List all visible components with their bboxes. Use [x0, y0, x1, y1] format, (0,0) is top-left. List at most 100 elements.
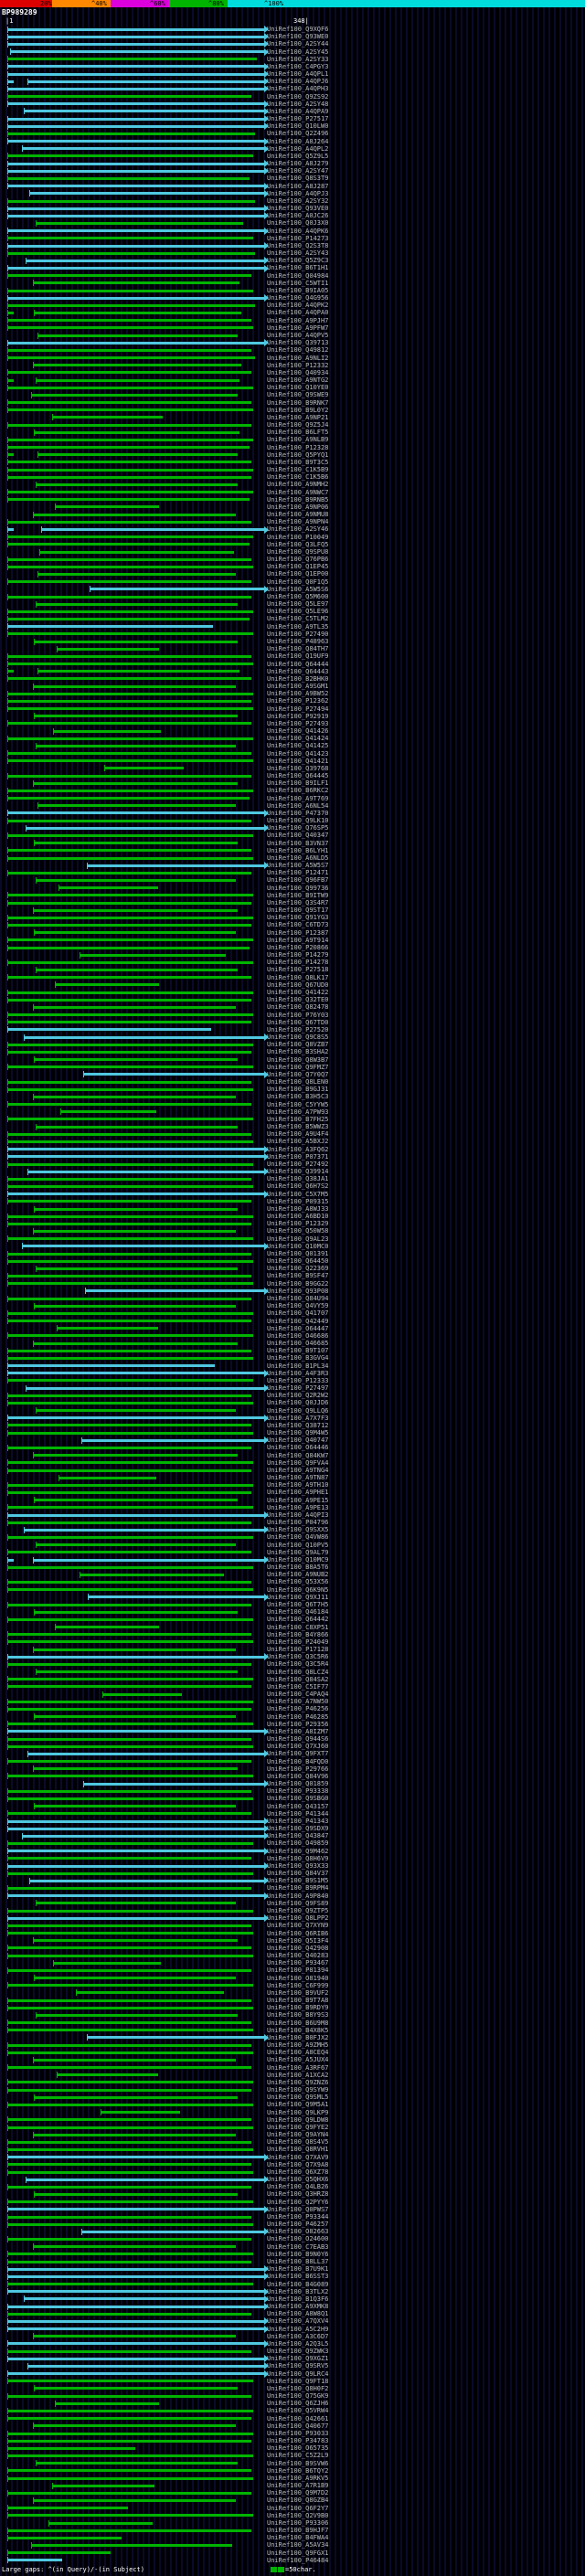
- alignment-bar[interactable]: [55, 1626, 160, 1629]
- alignment-bar[interactable]: [7, 654, 252, 658]
- alignment-bar[interactable]: [60, 1110, 156, 1114]
- hit-label[interactable]: UniRef100_P12329: [267, 1220, 328, 1227]
- alignment-bar[interactable]: [7, 924, 252, 928]
- alignment-bar[interactable]: [7, 1984, 254, 1988]
- hit-label[interactable]: UniRef100_Q64442: [267, 1616, 328, 1623]
- alignment-bar[interactable]: [9, 50, 264, 54]
- alignment-bar[interactable]: [57, 2073, 158, 2077]
- hit-label[interactable]: UniRef100_A9NLI2: [267, 355, 328, 362]
- hit-label[interactable]: UniRef100_A4QPK2: [267, 302, 328, 309]
- alignment-bar[interactable]: [34, 1715, 237, 1719]
- alignment-bar[interactable]: [25, 259, 264, 262]
- hit-label[interactable]: UniRef100_Q84V96: [267, 1773, 328, 1780]
- hit-label[interactable]: UniRef100_A4QPH3: [267, 85, 328, 92]
- alignment-bar[interactable]: [84, 1289, 264, 1293]
- hit-label[interactable]: UniRef100_B9SVW6: [267, 2460, 328, 2467]
- alignment-bar[interactable]: [32, 1558, 264, 1562]
- hit-label[interactable]: UniRef100_Q7X9A8: [267, 2161, 328, 2168]
- alignment-bar[interactable]: [34, 2193, 238, 2197]
- alignment-bar[interactable]: [7, 1148, 264, 1151]
- hit-label[interactable]: UniRef100_B3TLX2: [267, 2288, 328, 2295]
- hit-label[interactable]: UniRef100_B9GG22: [267, 1280, 328, 1288]
- alignment-bar[interactable]: [7, 2238, 252, 2242]
- hit-label[interactable]: UniRef100_Q9M462: [267, 1848, 328, 1855]
- hit-label[interactable]: UniRef100_Q93X33: [267, 1862, 328, 1870]
- hit-label[interactable]: UniRef100_P93306: [267, 2519, 328, 2527]
- alignment-bar[interactable]: [36, 602, 238, 606]
- hit-label[interactable]: UniRef100_A8J264: [267, 138, 328, 145]
- alignment-bar[interactable]: [32, 1341, 239, 1345]
- alignment-bar[interactable]: [28, 1879, 264, 1882]
- alignment-bar[interactable]: [7, 2394, 252, 2398]
- alignment-bar[interactable]: [7, 438, 254, 441]
- alignment-bar[interactable]: [7, 1379, 254, 1383]
- alignment-bar[interactable]: [7, 789, 254, 792]
- hit-label[interactable]: UniRef100_A3RF67: [267, 2064, 328, 2072]
- hit-label[interactable]: UniRef100_B6U9M8: [267, 2019, 328, 2027]
- alignment-bar[interactable]: [7, 2312, 252, 2316]
- hit-label[interactable]: UniRef100_B4FQD0: [267, 1758, 328, 1765]
- alignment-bar[interactable]: [7, 1320, 252, 1323]
- alignment-bar[interactable]: [7, 1775, 254, 1778]
- alignment-bar[interactable]: [7, 1446, 252, 1449]
- alignment-bar[interactable]: [48, 2521, 153, 2525]
- hit-label[interactable]: UniRef100_Q3C5R6: [267, 1653, 328, 1660]
- alignment-bar[interactable]: [32, 1767, 239, 1771]
- alignment-bar[interactable]: [37, 804, 237, 808]
- hit-label[interactable]: UniRef100_Q01859: [267, 1780, 328, 1787]
- hit-label[interactable]: UniRef100_Q19UF9: [267, 652, 328, 660]
- alignment-bar[interactable]: [7, 774, 252, 778]
- alignment-bar[interactable]: [7, 2253, 254, 2256]
- hit-label[interactable]: UniRef100_Q9SXX5: [267, 1526, 328, 1533]
- alignment-bar[interactable]: [7, 946, 250, 949]
- alignment-bar[interactable]: [7, 1633, 252, 1637]
- alignment-bar[interactable]: [7, 251, 256, 255]
- hit-label[interactable]: UniRef100_Q76SP5: [267, 824, 328, 832]
- alignment-bar[interactable]: [24, 1528, 264, 1532]
- hit-label[interactable]: UniRef100_O46685: [267, 1340, 328, 1347]
- hit-label[interactable]: UniRef100_Q0J3X0: [267, 219, 328, 227]
- alignment-bar[interactable]: [7, 408, 254, 412]
- alignment-bar[interactable]: [7, 2140, 252, 2144]
- alignment-bar[interactable]: [7, 1200, 252, 1203]
- alignment-bar[interactable]: [7, 2156, 264, 2159]
- alignment-bar[interactable]: [7, 1043, 254, 1046]
- alignment-bar[interactable]: [7, 214, 264, 217]
- alignment-bar[interactable]: [7, 1640, 254, 1644]
- hit-label[interactable]: UniRef100_B9N0Y6: [267, 2251, 328, 2258]
- hit-label[interactable]: UniRef100_O49859: [267, 1839, 328, 1847]
- alignment-bar[interactable]: [7, 595, 252, 599]
- alignment-bar[interactable]: [53, 729, 162, 733]
- alignment-bar[interactable]: [7, 543, 250, 546]
- hit-label[interactable]: UniRef100_B4G089: [267, 2281, 328, 2288]
- hit-label[interactable]: UniRef100_Q8H6V9: [267, 1855, 328, 1862]
- hit-label[interactable]: UniRef100_Q84SA2: [267, 1676, 328, 1683]
- hit-label[interactable]: UniRef100_Q9XJ11: [267, 1594, 328, 1601]
- hit-label[interactable]: UniRef100_B4X8K5: [267, 2027, 328, 2034]
- hit-label[interactable]: UniRef100_Q10LW0: [267, 122, 328, 130]
- hit-label[interactable]: UniRef100_Q3HRZ8: [267, 2190, 328, 2198]
- alignment-bar[interactable]: [32, 364, 241, 367]
- alignment-bar[interactable]: [7, 2125, 254, 2129]
- alignment-bar[interactable]: [36, 969, 238, 972]
- hit-label[interactable]: UniRef100_P92919: [267, 713, 328, 720]
- hit-label[interactable]: UniRef100_B8LL37: [267, 2258, 328, 2265]
- hit-label[interactable]: UniRef100_Q67TD0: [267, 1019, 328, 1026]
- hit-label[interactable]: UniRef100_Q5Z9C3: [267, 257, 328, 264]
- alignment-bar[interactable]: [7, 1364, 216, 1368]
- alignment-bar[interactable]: [7, 1685, 252, 1689]
- hit-label[interactable]: UniRef100_A4QPK6: [267, 228, 328, 235]
- alignment-bar[interactable]: [7, 154, 254, 158]
- alignment-bar[interactable]: [7, 2514, 254, 2518]
- alignment-bar[interactable]: [79, 1573, 224, 1576]
- hit-label[interactable]: UniRef100_Q5LE97: [267, 600, 328, 608]
- hit-label[interactable]: UniRef100_Q3C5R4: [267, 1660, 328, 1668]
- alignment-bar[interactable]: [7, 319, 252, 323]
- hit-label[interactable]: UniRef100_Q9AL79: [267, 1549, 328, 1556]
- hit-label[interactable]: UniRef100_Q53X56: [267, 1578, 328, 1585]
- hit-label[interactable]: UniRef100_A9TL35: [267, 623, 328, 631]
- alignment-bar[interactable]: [7, 856, 254, 860]
- alignment-bar[interactable]: [7, 1871, 254, 1875]
- alignment-bar[interactable]: [57, 647, 160, 651]
- hit-label[interactable]: UniRef100_C6TD73: [267, 921, 328, 928]
